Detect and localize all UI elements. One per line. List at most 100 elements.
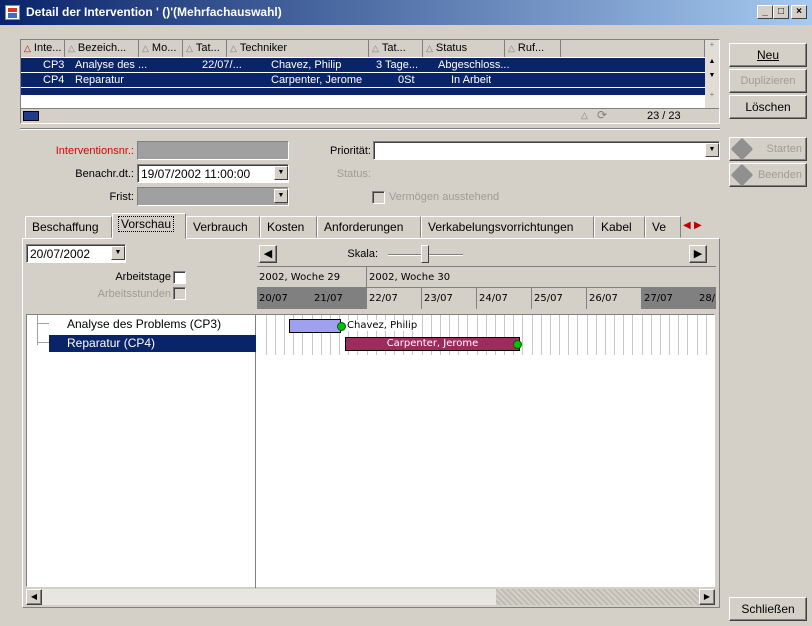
column-label: Status — [435, 42, 468, 54]
maximize-button[interactable]: □ — [773, 5, 789, 19]
column-header-mo[interactable]: △ Mo... — [139, 40, 183, 57]
column-label: Techniker — [239, 42, 287, 54]
scroll-down-icon[interactable]: ▼ — [705, 72, 719, 84]
skala-slider-thumb[interactable] — [421, 245, 429, 263]
arbeitstage-checkbox[interactable] — [173, 271, 186, 284]
tab-scroll-left-icon[interactable]: ◀ — [683, 220, 694, 234]
tab-beschaffung[interactable]: Beschaffung — [25, 216, 112, 238]
chevron-down-icon[interactable]: ▼ — [111, 246, 125, 260]
day-label: 26/07 — [587, 288, 642, 309]
scroll-left-icon[interactable]: ◀ — [26, 589, 42, 605]
column-header-ruf[interactable]: △ Ruf... — [505, 40, 561, 57]
cell-num: CP4 — [43, 74, 65, 86]
tree-line — [37, 315, 38, 345]
tab-scroll-right-icon[interactable]: ▶ — [694, 220, 705, 234]
intervention-list[interactable]: △ Inte... △ Bezeich... △ Mo... △ Tat... △ Tec… — [20, 39, 720, 124]
arrow-right-icon: ▶ — [693, 248, 703, 260]
table-row[interactable]: CP4 Reparatur Carpenter, Jerome 0St In A… — [21, 73, 709, 87]
tab-label: Verkabelungsvorrichtungen — [428, 220, 574, 234]
table-row[interactable]: CP3 Analyse des ... 22/07/... Chavez, Ph… — [21, 58, 709, 72]
day-label: 22/07 — [367, 288, 422, 309]
close-button[interactable]: × — [791, 5, 807, 19]
cell-techniker: Chavez, Philip — [271, 59, 342, 71]
arrow-left-icon: ◀ — [263, 248, 273, 260]
tab-verkabelungsvorrichtungen[interactable]: Verkabelungsvorrichtungen — [421, 216, 594, 238]
gantt-bar-cp4[interactable]: Carpenter, Jerome — [345, 337, 520, 351]
gantt-hscrollbar[interactable]: ◀ ▶ — [26, 588, 715, 605]
interventionsnr-field[interactable] — [137, 141, 289, 160]
column-header-tat[interactable]: △ Tat... — [183, 40, 227, 57]
starten-button[interactable]: Starten — [729, 137, 807, 161]
bar-technician-label: Carpenter, Jerome — [386, 338, 479, 349]
column-header-inte[interactable]: △ Inte... — [21, 40, 65, 57]
prioritaet-field[interactable]: ▼ — [373, 141, 720, 160]
duplizieren-button[interactable]: Duplizieren — [729, 69, 807, 93]
tab-kosten[interactable]: Kosten — [260, 216, 317, 238]
refresh-icon[interactable]: ⟳ — [597, 108, 607, 122]
chevron-down-icon[interactable]: ▼ — [705, 143, 719, 157]
day-label: 20/07 — [257, 288, 312, 309]
vermoegen-checkbox[interactable] — [372, 191, 385, 204]
frist-field[interactable]: ▼ — [137, 187, 289, 206]
column-header-bezeichnung[interactable]: △ Bezeich... — [65, 40, 139, 57]
column-header-techniker[interactable]: △ Techniker — [227, 40, 369, 57]
tree-line — [37, 342, 49, 343]
neu-label: Neu — [756, 48, 779, 62]
task-label: Reparatur (CP4) — [67, 336, 156, 350]
gantt-next-button[interactable]: ▶ — [689, 245, 707, 263]
tab-anforderungen[interactable]: Anforderungen — [317, 216, 421, 238]
cell-tat: 22/07/... — [202, 59, 242, 71]
column-label: Ruf... — [517, 42, 545, 54]
gantt-task-list: Analyse des Problems (CP3) Reparatur (CP… — [27, 315, 256, 588]
app-icon — [5, 5, 20, 20]
list-config-icon[interactable] — [23, 111, 39, 121]
tab-ve[interactable]: Ve — [645, 216, 681, 238]
loeschen-button[interactable]: Löschen — [729, 95, 807, 119]
schliessen-button[interactable]: Schließen — [729, 597, 807, 621]
benachr-label: Benachr.dt.: — [75, 168, 134, 180]
vermoegen-label: Vermögen ausstehend — [389, 191, 500, 203]
beenden-icon — [730, 163, 754, 187]
chevron-down-icon[interactable]: ▼ — [274, 166, 288, 180]
tab-kabel[interactable]: Kabel — [594, 216, 645, 238]
arbeitsstunden-checkbox[interactable] — [173, 287, 186, 300]
sort-icon: △ — [581, 110, 588, 120]
tab-label: Beschaffung — [32, 220, 99, 234]
separator — [20, 128, 720, 130]
minimize-button[interactable]: _ — [757, 5, 773, 19]
tab-label: Verbrauch — [193, 220, 248, 234]
tab-vorschau[interactable]: Vorschau — [112, 213, 186, 239]
list-scrollbar[interactable]: + ▲ ▼ + — [705, 40, 719, 110]
cell-tat2: 0St — [398, 74, 415, 86]
date-picker[interactable]: 20/07/2002 ▼ — [26, 244, 126, 263]
gantt-body: Analyse des Problems (CP3) Reparatur (CP… — [26, 314, 716, 588]
title-bar: Detail der Intervention ' ()'(Mehrfachau… — [0, 0, 812, 25]
gantt-timeline-header: 2002, Woche 29 2002, Woche 30 20/07 21/0… — [257, 266, 716, 309]
skala-label: Skala: — [347, 248, 378, 260]
beenden-button[interactable]: Beenden — [729, 163, 807, 187]
neu-button[interactable]: Neu — [729, 43, 807, 67]
cell-techniker: Carpenter, Jerome — [271, 74, 363, 86]
day-label: 24/07 — [477, 288, 532, 309]
gantt-bar-cp3[interactable] — [289, 319, 341, 333]
benachr-field[interactable]: 19/07/2002 11:00:00 ▼ — [137, 164, 289, 183]
column-header-tat2[interactable]: △ Tat... — [369, 40, 423, 57]
tab-label: Kosten — [267, 220, 305, 234]
day-label: 21/07 — [312, 288, 367, 309]
schliessen-label: Schließen — [741, 602, 795, 616]
cell-tat2: 3 Tage... — [376, 59, 418, 71]
tree-line — [37, 323, 49, 324]
gantt-grid: Chavez, Philip Carpenter, Jerome — [257, 315, 716, 355]
gantt-prev-button[interactable]: ◀ — [259, 245, 277, 263]
tab-label: Ve — [652, 220, 667, 234]
tab-verbrauch[interactable]: Verbrauch — [186, 216, 260, 238]
tab-label: Kabel — [601, 220, 632, 234]
cell-bezeichnung: Reparatur — [75, 74, 124, 86]
bar-technician-label: Chavez, Philip — [346, 320, 419, 331]
scroll-right-icon[interactable]: ▶ — [699, 589, 715, 605]
chevron-down-icon[interactable]: ▼ — [274, 189, 288, 203]
day-label: 28/ — [697, 288, 716, 309]
scroll-up-icon[interactable]: ▲ — [705, 58, 719, 70]
task-label[interactable]: Analyse des Problems (CP3) — [67, 317, 221, 331]
column-header-status[interactable]: △ Status — [423, 40, 505, 57]
